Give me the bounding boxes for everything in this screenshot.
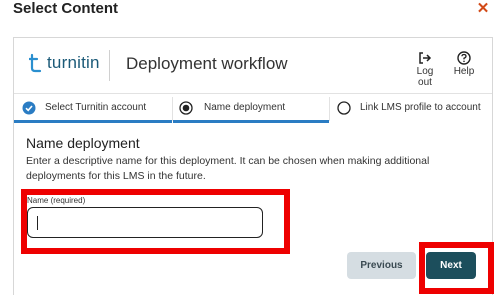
help-label: Help — [453, 66, 475, 77]
header-divider — [109, 50, 110, 81]
modal-title: Select Content — [13, 0, 119, 17]
text-cursor — [37, 216, 38, 230]
help-icon — [457, 51, 471, 65]
deployment-frame: turnitin Deployment workflow Log out Hel… — [13, 37, 493, 295]
step-name-deployment[interactable]: Name deployment — [173, 95, 329, 123]
app-header: turnitin Deployment workflow Log out Hel… — [14, 38, 492, 94]
step-label: Select Turnitin account — [45, 102, 147, 113]
next-button[interactable]: Next — [426, 252, 476, 279]
radio-selected-icon — [179, 101, 193, 115]
logout-button[interactable]: Log out — [409, 51, 441, 88]
step-progress-line — [173, 120, 329, 123]
section-title: Name deployment — [26, 135, 140, 151]
name-field-label: Name (required) — [27, 196, 86, 205]
page-title: Deployment workflow — [126, 54, 288, 73]
modal-header: Select Content ✕ — [0, 0, 500, 24]
section-description: Enter a descriptive name for this deploy… — [26, 155, 430, 182]
step-progress-line — [14, 120, 172, 123]
check-circle-icon — [22, 101, 36, 115]
logout-icon — [419, 52, 432, 64]
step-select-account[interactable]: Select Turnitin account — [14, 95, 172, 123]
step-label: Link LMS profile to account — [360, 102, 481, 113]
deployment-name-input[interactable] — [27, 207, 263, 238]
help-button[interactable]: Help — [452, 51, 476, 77]
step-link-lms[interactable]: Link LMS profile to account — [330, 95, 492, 123]
close-icon[interactable]: ✕ — [476, 1, 490, 16]
logo-text: turnitin — [47, 53, 100, 72]
radio-empty-icon — [337, 101, 351, 115]
step-label: Name deployment — [204, 102, 286, 113]
previous-button[interactable]: Previous — [347, 252, 416, 279]
stepper: Select Turnitin account Name deployment … — [14, 95, 492, 123]
logout-label: Log out — [416, 66, 434, 88]
turnitin-logo-icon — [29, 53, 42, 73]
